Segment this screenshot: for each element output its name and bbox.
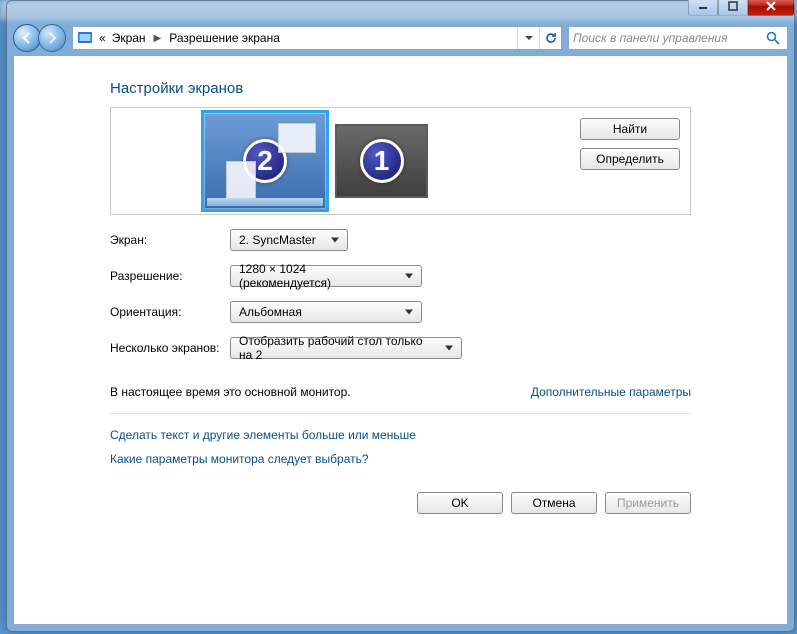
navigation-row: « Экран ▶ Разрешение экрана Поиск в пане… [13, 21, 788, 55]
search-icon [765, 30, 781, 49]
advanced-settings-link[interactable]: Дополнительные параметры [531, 385, 691, 399]
window-frame: « Экран ▶ Разрешение экрана Поиск в пане… [6, 0, 795, 632]
display-label: Экран: [110, 233, 230, 247]
page-title: Настройки экранов [110, 80, 691, 97]
monitor-1[interactable]: 1 [335, 124, 428, 198]
breadcrumb-item-2[interactable]: Разрешение экрана [169, 31, 280, 45]
detect-button[interactable]: Найти [580, 118, 680, 140]
multi-display-label: Несколько экранов: [110, 341, 230, 355]
multi-display-combo[interactable]: Отобразить рабочий стол только на 2 [230, 337, 462, 359]
close-button[interactable] [748, 0, 794, 16]
orientation-label: Ориентация: [110, 305, 230, 319]
control-panel-icon [77, 30, 93, 46]
primary-monitor-note: В настоящее время это основной монитор. [110, 385, 351, 399]
monitor-preview-box: 2 1 Найти Определить [110, 107, 691, 215]
breadcrumb-root[interactable]: « [99, 31, 106, 45]
nav-back-button[interactable] [13, 24, 41, 52]
window-thumb-icon [226, 161, 256, 199]
text-size-link[interactable]: Сделать текст и другие элементы больше и… [110, 428, 691, 442]
monitor-number-badge: 1 [360, 139, 404, 183]
window-thumb-icon [278, 123, 316, 153]
display-combo[interactable]: 2. SyncMaster [230, 229, 348, 251]
address-history-button[interactable] [517, 27, 539, 49]
address-bar[interactable]: « Экран ▶ Разрешение экрана [72, 26, 562, 50]
resolution-label: Разрешение: [110, 269, 230, 283]
orientation-combo[interactable]: Альбомная [230, 301, 422, 323]
help-link[interactable]: Какие параметры монитора следует выбрать… [110, 452, 691, 466]
minimize-button[interactable] [688, 0, 718, 16]
taskbar-icon [207, 198, 323, 206]
window-caption-buttons [688, 0, 794, 16]
client-area: Настройки экранов 2 1 Найти Определить Э… [13, 55, 788, 625]
search-input[interactable]: Поиск в панели управления [568, 26, 788, 50]
resolution-combo[interactable]: 1280 × 1024 (рекомендуется) [230, 265, 422, 287]
chevron-right-icon: ▶ [152, 33, 164, 44]
identify-button[interactable]: Определить [580, 148, 680, 170]
search-placeholder: Поиск в панели управления [573, 31, 728, 45]
apply-button[interactable]: Применить [605, 492, 691, 514]
refresh-button[interactable] [539, 27, 561, 49]
ok-button[interactable]: OK [417, 492, 503, 514]
separator [110, 413, 691, 414]
nav-forward-button[interactable] [38, 24, 66, 52]
maximize-button[interactable] [718, 0, 748, 16]
breadcrumb-item-1[interactable]: Экран [112, 31, 146, 45]
monitor-2[interactable]: 2 [201, 110, 329, 212]
cancel-button[interactable]: Отмена [511, 492, 597, 514]
